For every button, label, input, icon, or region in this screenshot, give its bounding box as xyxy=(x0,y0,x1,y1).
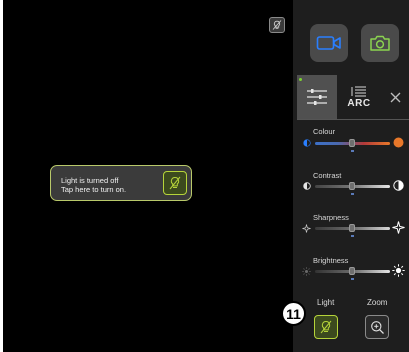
light-off-icon xyxy=(320,320,332,334)
arc-icon xyxy=(351,86,366,96)
sun-dim-icon xyxy=(302,267,311,276)
panel-tabs: ARC xyxy=(297,75,409,119)
orange-dot-icon xyxy=(393,137,404,148)
light-off-icon xyxy=(169,176,181,190)
zoom-in-icon xyxy=(370,320,384,334)
brightness-default-marker xyxy=(351,278,354,280)
light-label: Light xyxy=(317,298,335,307)
colour-default-marker xyxy=(351,150,354,152)
close-panel-button[interactable] xyxy=(385,87,405,107)
callout-number: 11 xyxy=(281,301,306,326)
blue-dot-icon xyxy=(303,139,311,147)
colour-label: Colour xyxy=(313,127,336,136)
sliders-icon xyxy=(307,89,327,105)
sparkle-small-icon xyxy=(302,224,311,233)
sharpness-slider-thumb[interactable] xyxy=(349,224,355,232)
sharpness-label: Sharpness xyxy=(313,213,349,222)
light-on-hint: Tap here to turn on. xyxy=(61,185,127,194)
tabs-divider xyxy=(297,119,409,120)
record-video-button[interactable] xyxy=(310,24,348,62)
contrast-high-icon xyxy=(393,180,404,191)
close-icon xyxy=(390,92,400,102)
tab-image-settings[interactable] xyxy=(297,75,337,119)
active-indicator xyxy=(299,78,302,81)
sun-bright-icon xyxy=(392,264,405,277)
contrast-default-marker xyxy=(351,193,354,195)
contrast-slider-thumb[interactable] xyxy=(349,182,355,190)
zoom-button[interactable] xyxy=(365,315,389,339)
photo-camera-icon xyxy=(370,35,390,51)
light-off-icon xyxy=(272,20,282,30)
take-photo-button[interactable] xyxy=(361,24,399,62)
brightness-slider-thumb[interactable] xyxy=(349,267,355,275)
contrast-low-icon xyxy=(303,182,311,190)
arc-label: ARC xyxy=(347,97,371,109)
colour-slider-thumb[interactable] xyxy=(349,139,355,147)
contrast-label: Contrast xyxy=(313,171,342,180)
brightness-label: Brightness xyxy=(313,256,349,265)
sharpness-default-marker xyxy=(351,235,354,237)
zoom-label: Zoom xyxy=(367,298,388,307)
tab-arc[interactable]: ARC xyxy=(337,75,381,119)
light-off-notification[interactable]: Light is turned off Tap here to turn on. xyxy=(50,165,192,201)
light-off-indicator[interactable] xyxy=(269,17,285,33)
sparkle-large-icon xyxy=(392,221,405,234)
light-off-message: Light is turned off xyxy=(61,176,119,185)
video-camera-icon xyxy=(316,36,341,50)
light-toggle-button[interactable] xyxy=(314,315,338,339)
turn-on-light-button[interactable] xyxy=(163,171,187,195)
